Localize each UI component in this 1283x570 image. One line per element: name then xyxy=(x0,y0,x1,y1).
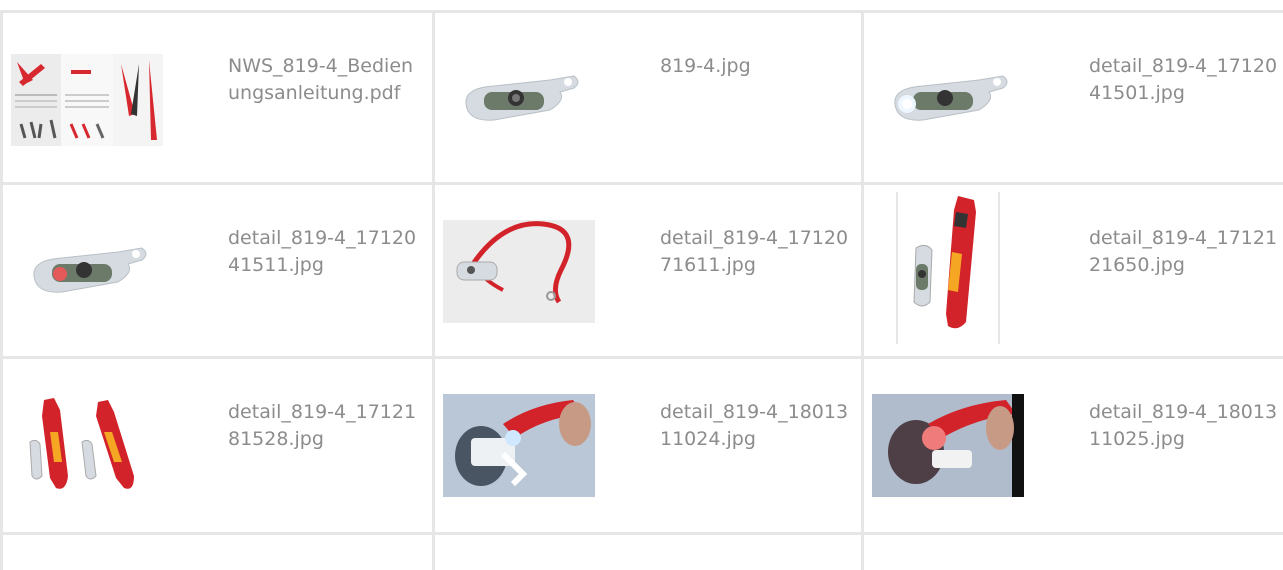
file-name[interactable]: detail_819-4_1712071611.jpg xyxy=(660,225,850,279)
file-tile[interactable]: detail_819-4_1712121650.jpg xyxy=(864,185,1283,357)
grid-line xyxy=(0,532,1283,535)
file-tile[interactable]: detail_819-4_1801311025.jpg xyxy=(864,359,1283,531)
tester-clip-thumbnail[interactable] xyxy=(443,48,595,151)
tester-with-tool-thumbnail[interactable] xyxy=(872,192,1024,344)
file-name[interactable]: detail_819-4_1712041511.jpg xyxy=(228,225,418,279)
outlet-test-red-thumbnail[interactable] xyxy=(872,394,1024,497)
tester-lanyard-thumbnail[interactable] xyxy=(443,220,595,323)
file-tile[interactable]: 819-4.jpg xyxy=(435,13,863,185)
two-tools-thumbnail[interactable] xyxy=(11,394,163,497)
file-tile[interactable]: NWS_819-4_Bedienungsanleitung.pdf xyxy=(3,13,431,185)
file-tile[interactable]: detail_819-4_1801311024.jpg xyxy=(435,359,863,531)
tester-led-white-thumbnail[interactable] xyxy=(872,48,1024,151)
file-name[interactable]: detail_819-4_1801311024.jpg xyxy=(660,399,850,453)
file-tile[interactable]: detail_819-4_1712071611.jpg xyxy=(435,185,863,357)
file-name[interactable]: 819-4.jpg xyxy=(660,53,850,80)
file-tile[interactable]: detail_819-4_1712041501.jpg xyxy=(864,13,1283,185)
file-name[interactable]: detail_819-4_1712041501.jpg xyxy=(1089,53,1279,107)
file-grid: NWS_819-4_Bedienungsanleitung.pdf 819-4.… xyxy=(0,0,1283,570)
file-tile[interactable]: detail_819-4_1712041511.jpg xyxy=(3,185,431,357)
outlet-test-blue-thumbnail[interactable] xyxy=(443,394,595,497)
file-name[interactable]: detail_819-4_1712181528.jpg xyxy=(228,399,418,453)
pdf-manual-thumbnail[interactable] xyxy=(11,48,163,151)
tester-led-red-thumbnail[interactable] xyxy=(11,220,163,323)
file-tile[interactable]: detail_819-4_1712181528.jpg xyxy=(3,359,431,531)
file-name[interactable]: detail_819-4_1712121650.jpg xyxy=(1089,225,1279,279)
file-name[interactable]: detail_819-4_1801311025.jpg xyxy=(1089,399,1279,453)
file-name[interactable]: NWS_819-4_Bedienungsanleitung.pdf xyxy=(228,53,418,107)
